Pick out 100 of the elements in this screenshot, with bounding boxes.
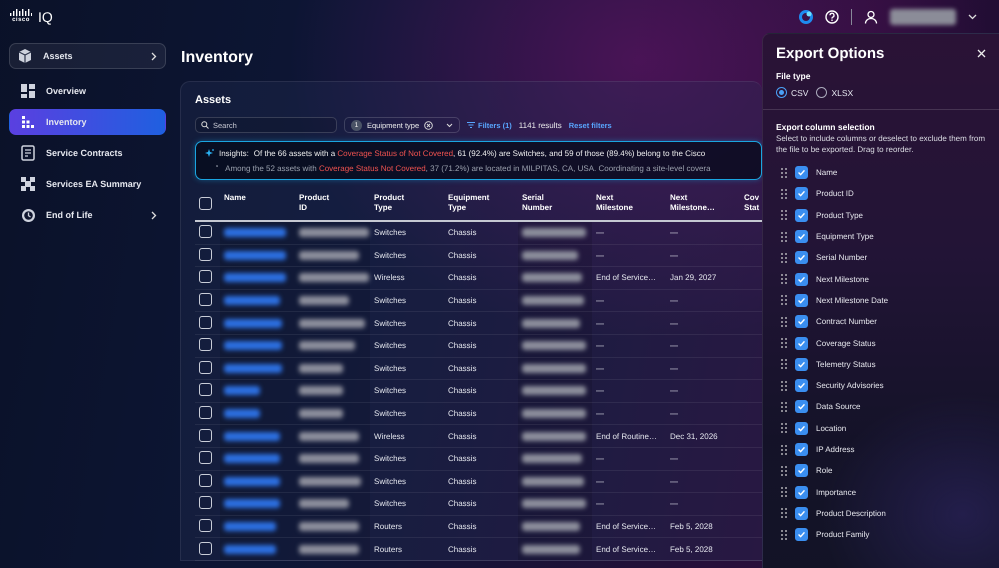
column-option-label[interactable]: Product Family	[816, 530, 870, 540]
column-header[interactable]: Cov Stat	[744, 193, 760, 213]
table-cell: —	[596, 364, 604, 373]
drag-handle-icon[interactable]	[781, 508, 787, 518]
checkbox[interactable]	[199, 225, 212, 238]
table-cell: —	[670, 296, 678, 306]
checkbox[interactable]	[795, 400, 808, 414]
checkbox[interactable]	[199, 383, 212, 396]
drag-handle-icon[interactable]	[781, 295, 787, 306]
checkbox[interactable]	[199, 316, 212, 329]
checkbox[interactable]	[795, 208, 808, 222]
column-option-label[interactable]: Role	[816, 466, 832, 476]
radio-label[interactable]: XLSX	[831, 88, 854, 98]
column-option-label[interactable]: Contract Number	[816, 317, 877, 326]
radio-button[interactable]	[776, 87, 787, 98]
drag-handle-icon[interactable]	[781, 359, 787, 370]
drag-handle-icon[interactable]	[781, 466, 787, 476]
checkbox[interactable]	[199, 293, 212, 306]
table-cell: —	[670, 409, 678, 418]
drag-handle-icon[interactable]	[781, 210, 787, 220]
nav-item[interactable]: Services EA Summary	[9, 171, 166, 197]
radio-button[interactable]	[816, 87, 828, 98]
help-icon[interactable]	[825, 10, 839, 24]
drag-handle-icon[interactable]	[781, 168, 787, 178]
checkbox[interactable]	[199, 519, 212, 532]
column-option-label[interactable]: Importance	[816, 488, 856, 497]
checkbox[interactable]	[795, 486, 808, 499]
close-icon[interactable]	[977, 49, 986, 58]
column-option-label[interactable]: Next Milestone Date	[816, 296, 888, 305]
checkbox[interactable]	[795, 464, 808, 478]
checkbox[interactable]	[795, 230, 808, 244]
nav-item[interactable]: Overview	[9, 78, 166, 104]
nav-item[interactable]: Inventory	[9, 109, 166, 135]
column-option-label[interactable]: Location	[816, 424, 846, 433]
drag-handle-icon[interactable]	[781, 316, 787, 327]
column-header[interactable]: Next Milestone	[596, 193, 633, 213]
drag-handle-icon[interactable]	[781, 530, 787, 540]
column-option-label[interactable]: Product Description	[816, 508, 886, 518]
drag-handle-icon[interactable]	[781, 232, 787, 242]
checkbox[interactable]	[795, 272, 808, 286]
checkbox[interactable]	[795, 336, 808, 350]
drag-handle-icon[interactable]	[781, 444, 787, 454]
checkbox[interactable]	[199, 542, 212, 555]
column-option-label[interactable]: Telemetry Status	[816, 360, 876, 369]
checkbox[interactable]	[795, 379, 808, 392]
checkbox[interactable]	[795, 443, 808, 456]
checkbox[interactable]	[795, 187, 808, 200]
puzzle-icon	[21, 177, 35, 191]
caret-icon[interactable]	[446, 122, 453, 128]
checkbox[interactable]	[199, 496, 212, 510]
checkbox[interactable]	[795, 294, 808, 307]
drag-handle-icon[interactable]	[781, 380, 787, 391]
checkbox[interactable]	[795, 315, 808, 328]
checkbox[interactable]	[199, 451, 212, 464]
user-icon[interactable]	[864, 10, 878, 24]
nav-item[interactable]: End of Life	[9, 202, 166, 228]
checkbox[interactable]	[199, 428, 212, 442]
column-option-label[interactable]: Equipment Type	[816, 232, 874, 242]
checkbox[interactable]	[199, 197, 212, 210]
column-header[interactable]: Product Type	[374, 193, 404, 213]
column-header[interactable]: Equipment Type	[448, 193, 490, 213]
assistant-icon[interactable]	[799, 10, 813, 24]
checkbox[interactable]	[795, 506, 808, 520]
checkbox[interactable]	[795, 528, 808, 542]
drag-handle-icon[interactable]	[781, 338, 787, 348]
column-header[interactable]: Name	[224, 193, 246, 203]
drag-handle-icon[interactable]	[781, 188, 787, 199]
column-option-label[interactable]: Security Advisories	[816, 381, 884, 390]
column-option-label[interactable]: Serial Number	[816, 253, 868, 262]
nav-item[interactable]: Service Contracts	[9, 140, 166, 166]
drag-handle-icon[interactable]	[781, 252, 787, 263]
drag-handle-icon[interactable]	[781, 402, 787, 412]
clear-icon[interactable]	[424, 120, 434, 130]
column-option-label[interactable]: Product Type	[816, 210, 863, 220]
column-header[interactable]: Product ID	[299, 193, 330, 213]
drag-handle-icon[interactable]	[781, 423, 787, 434]
column-option-label[interactable]: IP Address	[816, 445, 855, 454]
checkbox[interactable]	[795, 422, 808, 435]
caret-icon[interactable]	[968, 14, 977, 20]
column-header[interactable]: Next Milestone…	[670, 193, 715, 213]
column-option-label[interactable]: Data Source	[816, 402, 860, 412]
checkbox[interactable]	[199, 248, 212, 261]
nav-section[interactable]: Assets	[9, 43, 166, 69]
drag-handle-icon[interactable]	[781, 274, 787, 284]
table-cell: —	[596, 476, 604, 486]
radio-label[interactable]: CSV	[791, 88, 808, 98]
column-option-label[interactable]: Coverage Status	[816, 338, 876, 348]
column-option-label[interactable]: Next Milestone	[816, 274, 869, 284]
checkbox[interactable]	[795, 251, 808, 264]
checkbox[interactable]	[199, 270, 212, 284]
column-header[interactable]: Serial Number	[522, 193, 552, 213]
column-option-label[interactable]: Name	[816, 168, 838, 178]
checkbox[interactable]	[199, 474, 212, 487]
drag-handle-icon[interactable]	[781, 487, 787, 498]
checkbox[interactable]	[199, 406, 212, 420]
checkbox[interactable]	[199, 338, 212, 352]
checkbox[interactable]	[199, 360, 212, 374]
checkbox[interactable]	[795, 166, 808, 180]
column-option-label[interactable]: Product ID	[816, 189, 854, 198]
checkbox[interactable]	[795, 358, 808, 371]
